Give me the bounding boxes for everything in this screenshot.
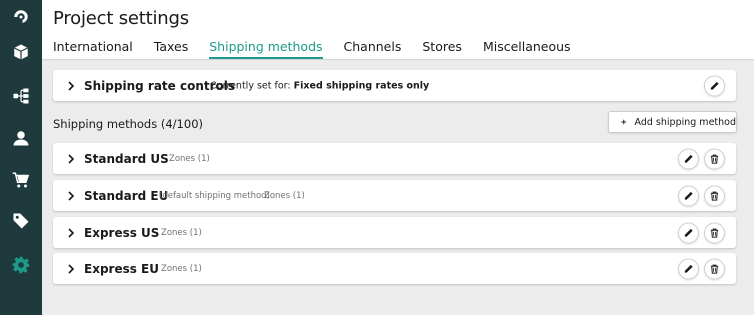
shipping-methods-count: Shipping methods (4/100) (53, 117, 203, 131)
box-icon[interactable] (0, 35, 42, 69)
shipping-method-row[interactable]: Express US Zones (1) (53, 217, 736, 248)
logo-icon[interactable] (0, 0, 42, 34)
chevron-right-icon[interactable] (64, 152, 78, 166)
pencil-icon (710, 81, 719, 90)
edit-rate-controls-button[interactable] (704, 75, 725, 96)
shipping-method-name: Express US (84, 225, 160, 240)
pencil-icon (684, 154, 693, 163)
edit-method-button[interactable] (678, 185, 699, 206)
chevron-right-icon[interactable] (64, 262, 78, 276)
shipping-method-row[interactable]: Standard EU (default shipping method) Zo… (53, 180, 736, 211)
chevron-right-icon[interactable] (64, 226, 78, 240)
chevron-right-icon[interactable] (64, 189, 78, 203)
shipping-method-name: Standard US (84, 151, 169, 166)
pencil-icon (684, 191, 693, 200)
page-title: Project settings (53, 8, 189, 29)
tab-bar: International Taxes Shipping methods Cha… (53, 39, 592, 59)
pencil-icon (684, 264, 693, 273)
trash-icon (710, 228, 719, 238)
rate-controls-status-prefix: Currently set for: (210, 80, 291, 91)
shipping-method-name: Standard EU (84, 188, 169, 203)
shipping-method-name: Express EU (84, 261, 159, 276)
add-shipping-method-label: Add shipping method (634, 116, 736, 128)
trash-icon (710, 264, 719, 274)
edit-method-button[interactable] (678, 148, 699, 169)
gear-icon[interactable] (0, 248, 42, 282)
pencil-icon (684, 228, 693, 237)
delete-method-button[interactable] (704, 258, 725, 279)
tab-channels[interactable]: Channels (344, 39, 402, 59)
tags-icon[interactable] (0, 204, 42, 238)
cart-icon[interactable] (0, 163, 42, 197)
add-shipping-method-button[interactable]: Add shipping method (608, 111, 737, 133)
shipping-method-zones: Zones (1) (264, 190, 305, 201)
trash-icon (710, 154, 719, 164)
trash-icon (710, 191, 719, 201)
delete-method-button[interactable] (704, 222, 725, 243)
delete-method-button[interactable] (704, 148, 725, 169)
user-icon[interactable] (0, 121, 42, 155)
nav-rail (0, 0, 42, 315)
chevron-right-icon[interactable] (64, 79, 78, 93)
tab-stores[interactable]: Stores (422, 39, 462, 59)
tab-miscellaneous[interactable]: Miscellaneous (483, 39, 571, 59)
shipping-method-zones: Zones (1) (161, 263, 202, 274)
plus-icon (621, 119, 627, 125)
tab-taxes[interactable]: Taxes (154, 39, 188, 59)
shipping-method-zones: Zones (1) (161, 227, 202, 238)
page-header: Project settings International Taxes Shi… (42, 0, 754, 60)
delete-method-button[interactable] (704, 185, 725, 206)
main-content: Shipping rate controls Currently set for… (42, 61, 754, 315)
tab-shipping-methods[interactable]: Shipping methods (209, 39, 323, 59)
rate-controls-status-value: Fixed shipping rates only (293, 80, 430, 91)
edit-method-button[interactable] (678, 258, 699, 279)
tab-international[interactable]: International (53, 39, 133, 59)
shipping-method-row[interactable]: Standard US Zones (1) (53, 143, 736, 174)
hierarchy-icon[interactable] (0, 79, 42, 113)
shipping-method-row[interactable]: Express EU Zones (1) (53, 253, 736, 284)
default-method-note: (default shipping method) (159, 190, 270, 201)
rate-controls-status: Currently set for: Fixed shipping rates … (210, 80, 429, 91)
shipping-method-zones: Zones (1) (169, 153, 210, 164)
edit-method-button[interactable] (678, 222, 699, 243)
rate-controls-card[interactable]: Shipping rate controls Currently set for… (53, 70, 736, 101)
